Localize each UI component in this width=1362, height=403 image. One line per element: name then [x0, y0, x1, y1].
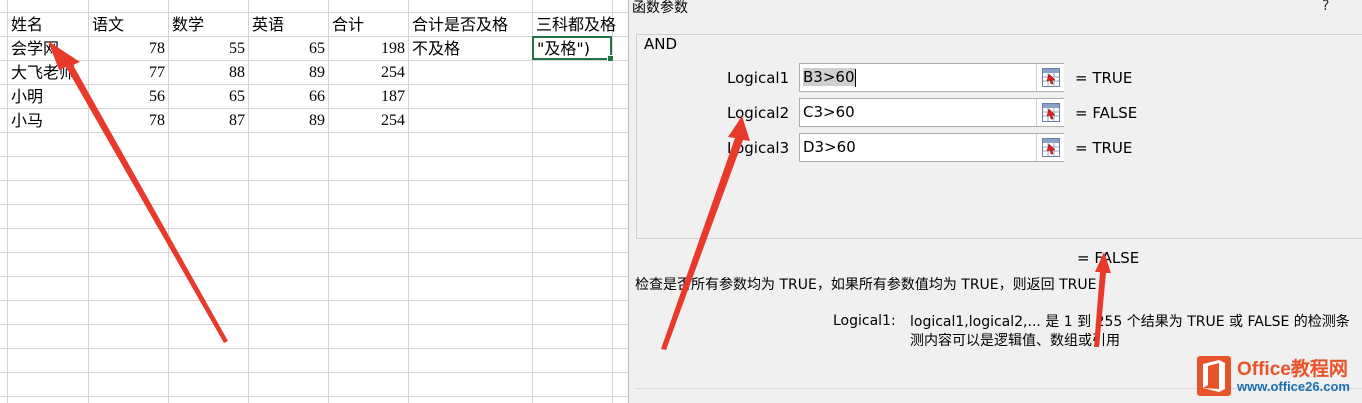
cell-total[interactable]: 254	[328, 109, 405, 132]
cell-math[interactable]: 88	[168, 61, 245, 84]
logical1-input[interactable]: B3>60	[799, 63, 1064, 92]
cell-name[interactable]: 大飞老师	[11, 61, 75, 84]
header-cell-name[interactable]: 姓名	[11, 13, 43, 36]
header-cell-english[interactable]: 英语	[252, 13, 284, 36]
grid-line	[0, 204, 628, 205]
range-select-icon	[1042, 103, 1060, 122]
cell-name[interactable]: 会学网	[11, 37, 59, 60]
cell-pass-total[interactable]: 不及格	[412, 37, 460, 60]
grid-line	[0, 276, 628, 277]
cell-name[interactable]: 小明	[11, 85, 43, 108]
header-cell-total[interactable]: 合计	[332, 13, 364, 36]
header-cell-pass-total[interactable]: 合计是否及格	[412, 13, 508, 36]
logical3-collapse-button[interactable]	[1036, 134, 1064, 161]
help-button[interactable]: ?	[1322, 0, 1329, 14]
cell-math[interactable]: 55	[168, 37, 245, 60]
cell-total[interactable]: 187	[328, 85, 405, 108]
cell-chinese[interactable]: 77	[88, 61, 165, 84]
grid-line	[0, 228, 628, 229]
parameter-description-line1: logical1,logical2,... 是 1 到 255 个结果为 TRU…	[910, 314, 1350, 330]
grid-line	[0, 348, 628, 349]
cell-english[interactable]: 89	[248, 109, 325, 132]
function-arguments-dialog: 函数参数 ? AND Logical1 B3>60 = TRUE Logical…	[628, 0, 1362, 403]
logical3-label: Logical3	[727, 139, 790, 157]
grid-line	[0, 372, 628, 373]
dialog-title: 函数参数	[632, 0, 688, 16]
cell-total[interactable]: 198	[328, 37, 405, 60]
logical2-result: = FALSE	[1075, 104, 1138, 122]
logical3-result: = TRUE	[1075, 139, 1133, 157]
fill-handle[interactable]	[607, 55, 614, 62]
grid-line	[0, 180, 628, 181]
grid-line	[0, 156, 628, 157]
function-description: 检查是否所有参数均为 TRUE，如果所有参数值均为 TRUE，则返回 TRUE	[635, 277, 1097, 293]
logical2-label: Logical2	[727, 104, 790, 122]
grid-line	[0, 132, 628, 133]
formula-result: = FALSE	[1077, 249, 1140, 267]
cell-english[interactable]: 65	[248, 37, 325, 60]
grid-line	[0, 396, 628, 397]
cell-chinese[interactable]: 56	[88, 85, 165, 108]
range-select-icon	[1042, 138, 1060, 157]
parameter-description: logical1,logical2,... 是 1 到 255 个结果为 TRU…	[910, 313, 1350, 351]
cell-math[interactable]: 87	[168, 109, 245, 132]
cell-total[interactable]: 254	[328, 61, 405, 84]
logical2-collapse-button[interactable]	[1036, 99, 1064, 126]
cell-name[interactable]: 小马	[11, 109, 43, 132]
grid-line	[0, 300, 628, 301]
header-cell-chinese[interactable]: 语文	[92, 13, 124, 36]
watermark-url: www.office26.com	[1237, 379, 1350, 394]
watermark-brand: Office教程网	[1237, 359, 1348, 380]
logical3-input[interactable]: D3>60	[799, 133, 1064, 162]
function-name: AND	[644, 35, 678, 53]
cell-english[interactable]: 66	[248, 85, 325, 108]
spreadsheet[interactable]: 姓名 语文 数学 英语 合计 合计是否及格 三科都及格 会学网 78 55 65…	[0, 0, 628, 403]
cell-chinese[interactable]: 78	[88, 37, 165, 60]
grid-line	[0, 324, 628, 325]
cell-english[interactable]: 89	[248, 61, 325, 84]
parameter-name: Logical1:	[833, 313, 896, 329]
logical1-label: Logical1	[727, 69, 790, 87]
office-logo-icon	[1197, 356, 1231, 396]
logical1-collapse-button[interactable]	[1036, 64, 1064, 91]
logical1-result: = TRUE	[1075, 69, 1133, 87]
watermark: Office教程网 www.office26.com	[1197, 352, 1362, 403]
header-cell-pass-all[interactable]: 三科都及格	[536, 13, 616, 36]
cell-math[interactable]: 65	[168, 85, 245, 108]
logical2-input[interactable]: C3>60	[799, 98, 1064, 127]
grid-line	[0, 252, 628, 253]
active-cell-selection[interactable]	[532, 36, 614, 62]
header-cell-math[interactable]: 数学	[172, 13, 204, 36]
cell-chinese[interactable]: 78	[88, 109, 165, 132]
range-select-icon	[1042, 68, 1060, 87]
parameter-description-line2: 测内容可以是逻辑值、数组或引用	[910, 333, 1120, 349]
